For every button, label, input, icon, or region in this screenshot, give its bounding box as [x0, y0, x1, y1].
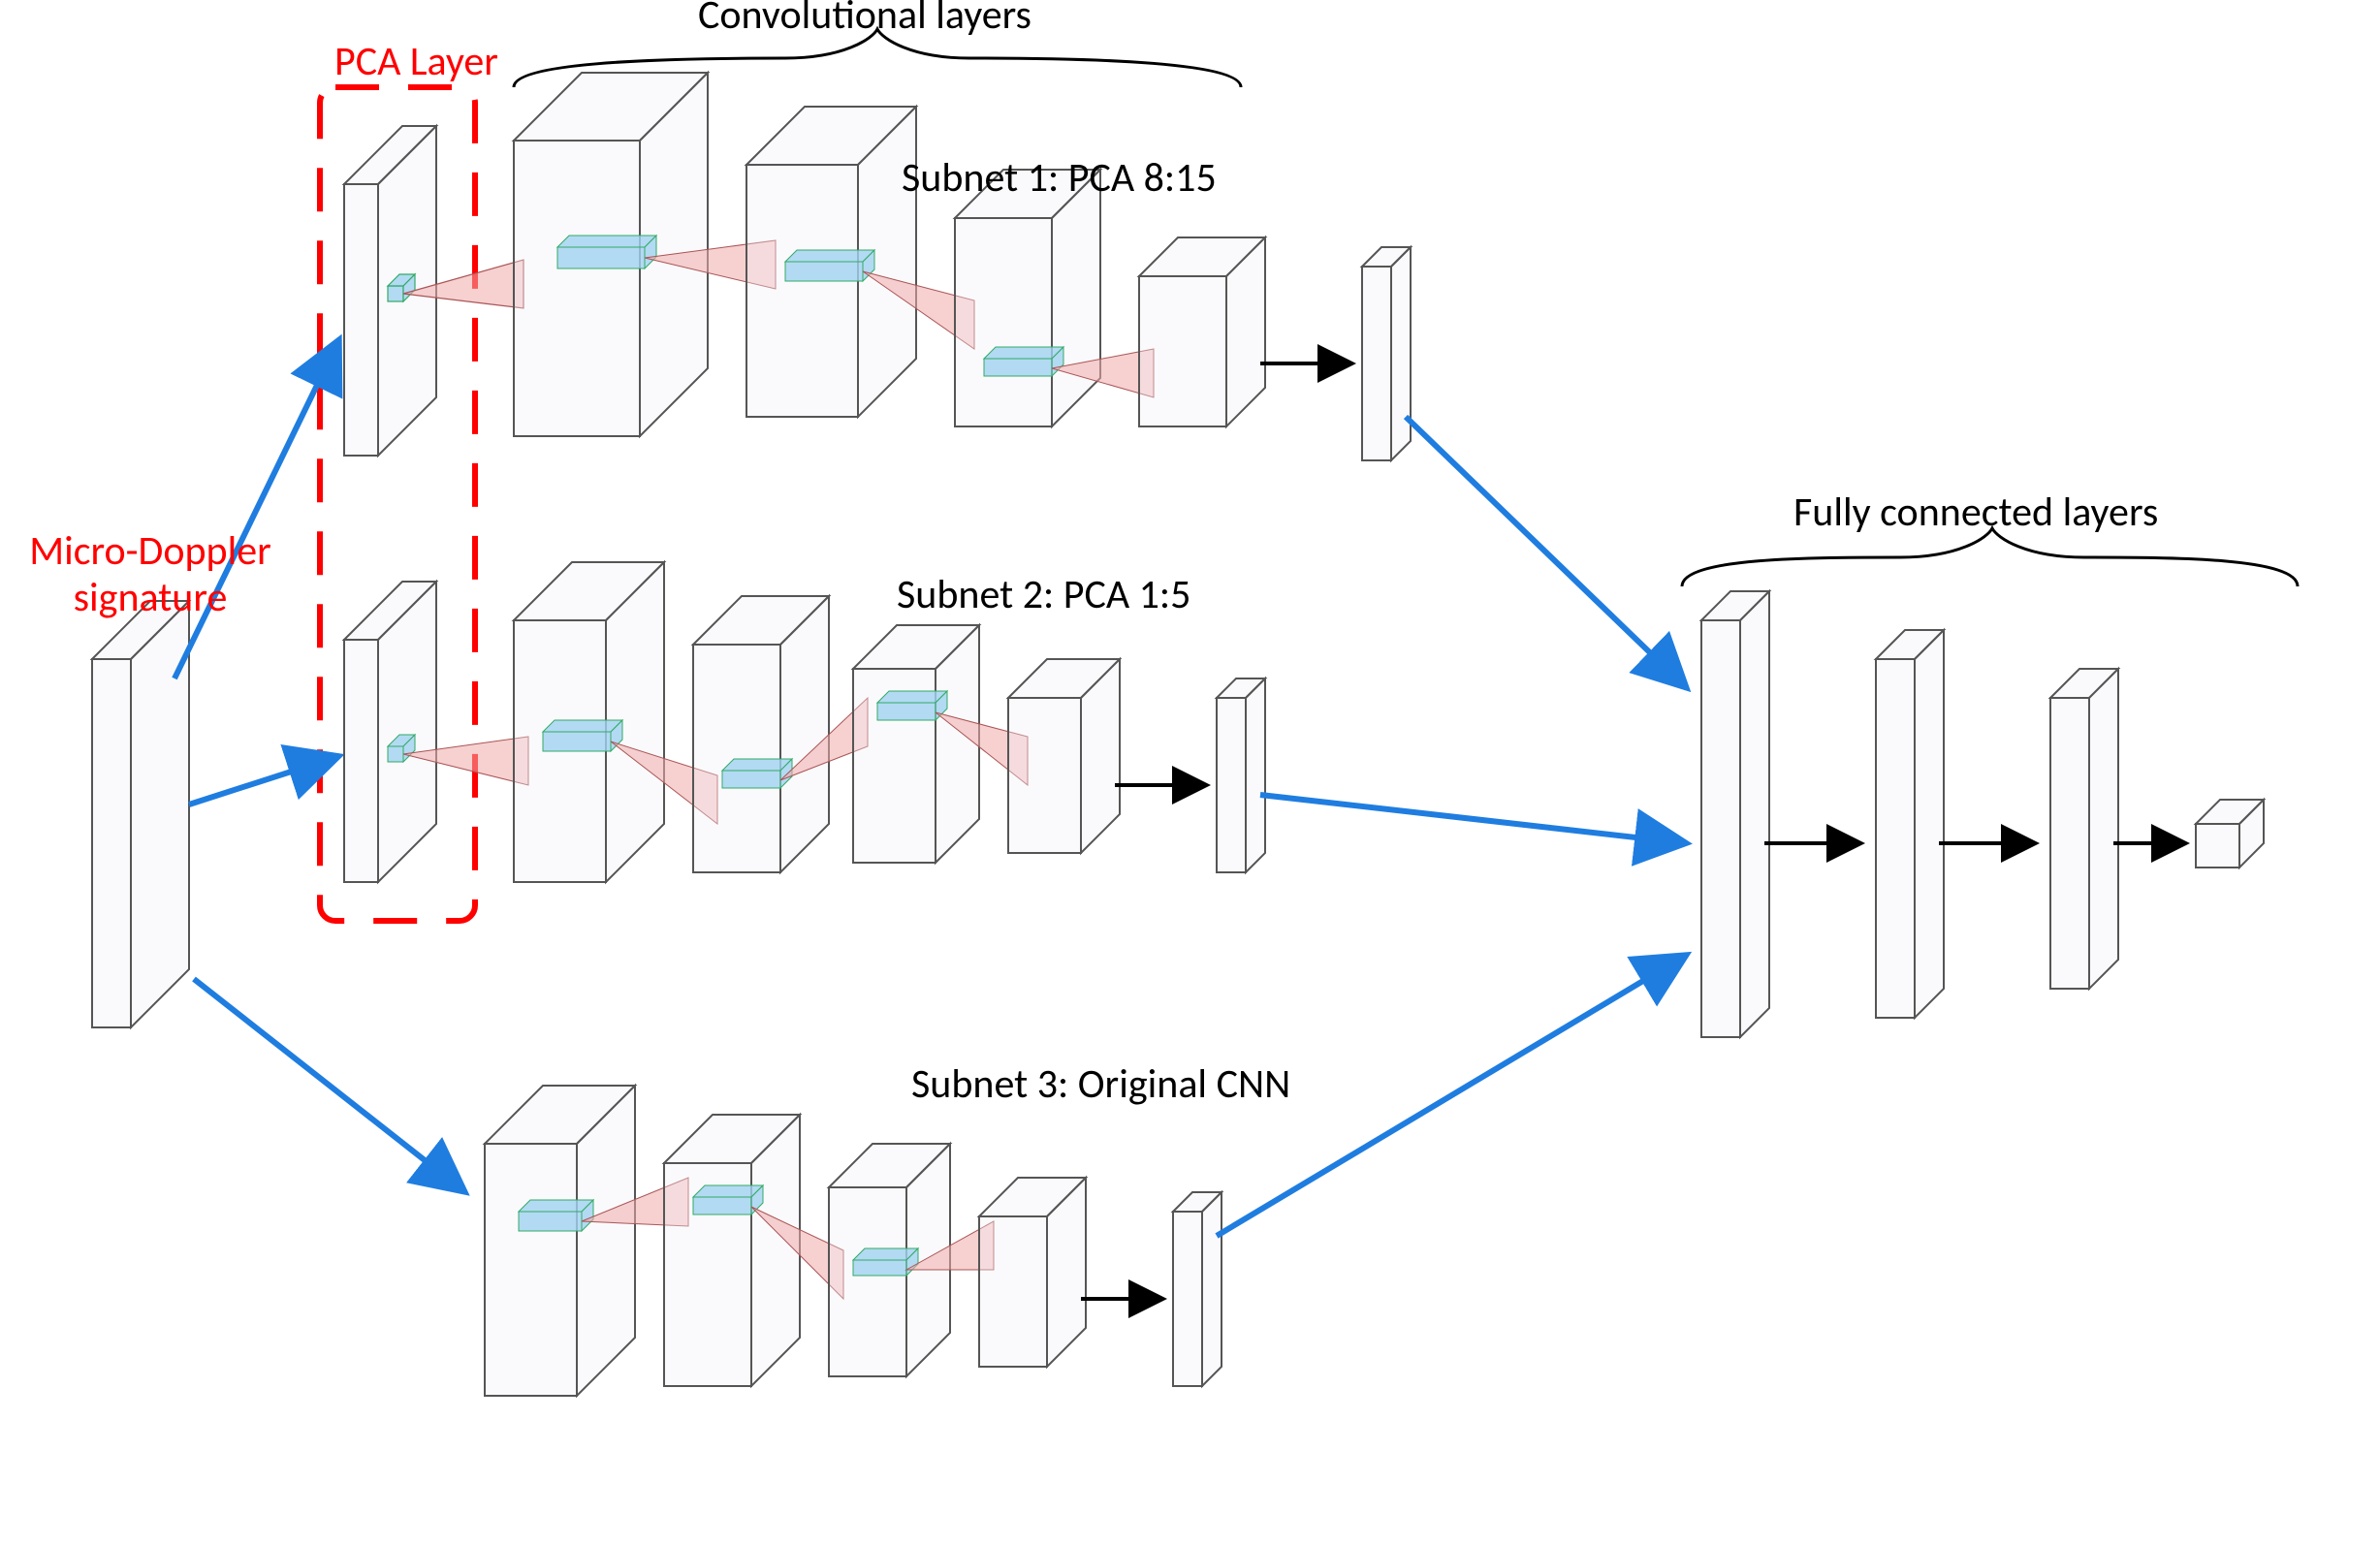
subnet2-fc-bar: [1217, 678, 1265, 872]
label-fc-layers: Fully connected layers: [1793, 489, 2158, 536]
subnet2-conv4: [1008, 659, 1120, 853]
fc-bar-3: [2050, 669, 2118, 989]
arrow-input-subnet2: [189, 756, 339, 805]
brace-fc: [1682, 528, 2298, 586]
arrow-input-subnet1: [175, 339, 339, 678]
subnet1-fc-bar: [1362, 247, 1411, 460]
subnet3-conv2: [664, 1115, 800, 1386]
subnet3-conv4: [979, 1178, 1086, 1367]
output-cube: [2196, 800, 2264, 868]
subnet3-fc-bar: [1173, 1192, 1222, 1386]
arrow-subnet2-to-fc: [1260, 795, 1687, 843]
label-micro-doppler: Micro-Doppler signature: [10, 528, 291, 622]
subnet2-conv2: [693, 596, 829, 872]
subnet2-conv3: [853, 625, 979, 863]
input-slab: [92, 601, 189, 1027]
subnet3-conv1: [485, 1086, 635, 1396]
fc-bar-2: [1876, 630, 1944, 1018]
subnet2-pca-slab: [344, 582, 436, 882]
label-pca-layer: PCA Layer: [334, 39, 498, 85]
arrow-input-subnet3: [194, 979, 465, 1192]
arrow-subnet1-to-fc: [1406, 417, 1687, 688]
subnet1-conv3: [955, 170, 1100, 426]
label-subnet2: Subnet 2: PCA 1:5: [897, 572, 1190, 618]
fc-bar-1: [1701, 591, 1769, 1037]
label-conv-layers: Convolutional layers: [698, 0, 1031, 39]
label-subnet1: Subnet 1: PCA 8:15: [902, 155, 1217, 202]
subnet1-conv4: [1139, 237, 1265, 426]
label-subnet3: Subnet 3: Original CNN: [911, 1061, 1290, 1108]
